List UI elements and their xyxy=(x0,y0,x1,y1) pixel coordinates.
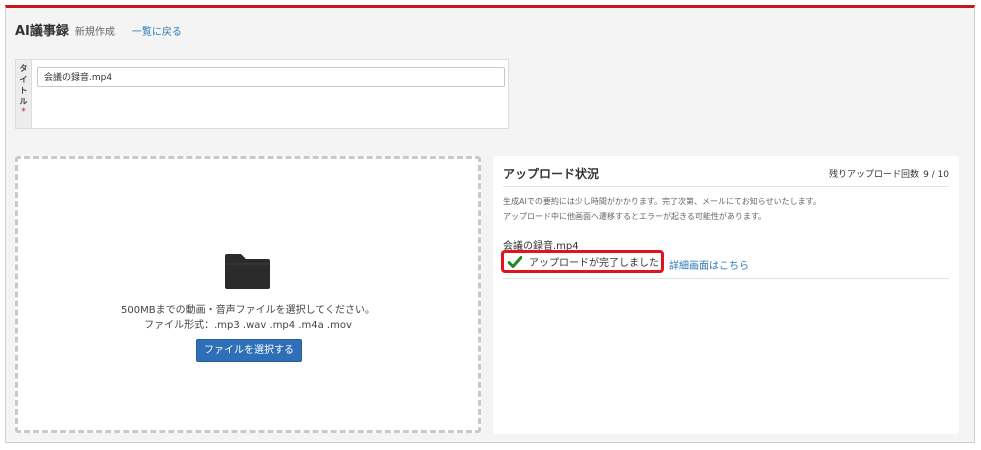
app-title: AI議事録 xyxy=(15,24,69,39)
file-format-list: ファイル形式：.mp3 .wav .mp4 .m4a .mov xyxy=(144,320,352,331)
select-file-button[interactable]: ファイルを選択する xyxy=(196,339,302,362)
folder-icon xyxy=(225,254,270,289)
title-label-char: タ xyxy=(19,64,28,73)
upload-complete-status: アップロードが完了しました xyxy=(501,250,664,273)
page-subtitle: 新規作成 xyxy=(74,27,115,38)
upload-status-panel: アップロード状況 残りアップロード回数 9 / 10 生成AIでの要約には少し時間… xyxy=(493,156,959,434)
remaining-uploads: 残りアップロード回数 9 / 10 xyxy=(829,167,949,180)
status-divider xyxy=(503,186,949,187)
title-input-wrap xyxy=(32,60,508,128)
file-row-divider xyxy=(503,278,949,279)
file-dropzone[interactable]: 500MBまでの動画・音声ファイルを選択してください。 ファイル形式：.mp3 … xyxy=(15,156,481,433)
remaining-uploads-label: 残りアップロード回数 xyxy=(829,170,920,180)
check-icon xyxy=(508,255,522,268)
back-to-list-link[interactable]: 一覧に戻る xyxy=(132,23,182,38)
title-label-char: イ xyxy=(19,75,28,84)
navigation-warning-note: アップロード中に他画面へ遷移するとエラーが起きる可能性があります。 xyxy=(503,212,767,221)
title-label-char: ト xyxy=(19,86,28,95)
upload-status-title: アップロード状況 xyxy=(503,167,600,181)
title-input[interactable] xyxy=(37,66,505,87)
page-header: AI議事録 新規作成 一覧に戻る xyxy=(15,20,182,39)
title-label: タ イ ト ル * xyxy=(16,60,32,128)
app-frame: AI議事録 新規作成 一覧に戻る タ イ ト ル * 500MBまでの動画・音声… xyxy=(5,5,975,443)
remaining-uploads-count: 9 / 10 xyxy=(923,170,949,180)
required-mark: * xyxy=(21,107,26,117)
upload-complete-text: アップロードが完了しました xyxy=(529,258,659,269)
detail-page-link[interactable]: 詳細画面はこちら xyxy=(669,257,749,272)
title-label-char: ル xyxy=(19,97,28,106)
upload-instruction: 500MBまでの動画・音声ファイルを選択してください。 xyxy=(121,305,375,316)
summary-time-note: 生成AIでの要約には少し時間がかかります。完了次第、メールにてお知らせいたします… xyxy=(503,197,821,206)
title-field-card: タ イ ト ル * xyxy=(15,59,509,129)
